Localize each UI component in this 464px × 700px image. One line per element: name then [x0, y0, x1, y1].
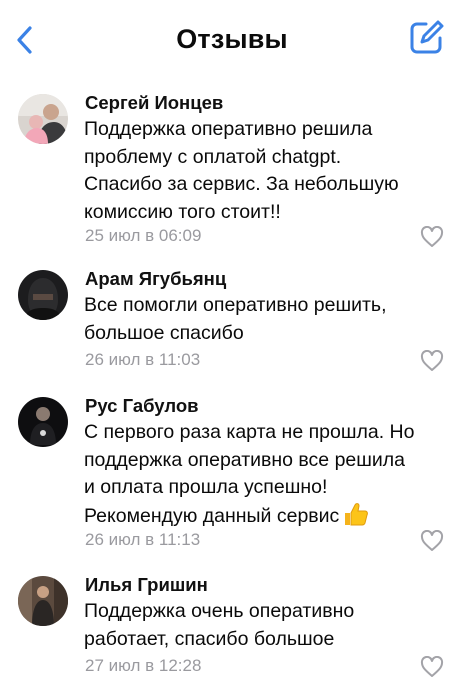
review-author[interactable]: Арам Ягубьянц: [85, 268, 226, 290]
review-text-line: Поддержка оперативно решила: [84, 118, 373, 140]
heart-icon[interactable]: [420, 350, 444, 372]
review-text-line: и оплата прошла успешно!: [84, 476, 328, 498]
review-item: Арам Ягубьянц Все помогли оперативно реш…: [0, 268, 464, 383]
review-author[interactable]: Илья Гришин: [85, 574, 208, 596]
compose-icon: [410, 20, 444, 54]
avatar[interactable]: [18, 576, 68, 626]
review-text: С первого раза карта не прошла. Но подде…: [84, 419, 456, 530]
heart-icon[interactable]: [420, 226, 444, 248]
review-text-line: Рекомендую данный сервис: [84, 504, 340, 527]
review-text-line: Спасибо за сервис. За небольшую: [84, 173, 399, 195]
review-date: 25 июл в 06:09: [85, 226, 202, 245]
avatar[interactable]: [18, 397, 68, 447]
review-text: Все помогли оперативно решить, большое с…: [84, 292, 456, 347]
review-text-line: поддержка оперативно все решила: [84, 448, 406, 471]
review-text-line-with-emoji: Рекомендую данный сервис: [84, 502, 456, 531]
review-text-line: Поддержка очень оперативно: [84, 600, 355, 622]
write-review-button[interactable]: [406, 18, 446, 58]
review-item: Сергей Ионцев Поддержка оперативно решил…: [0, 92, 464, 262]
review-date: 26 июл в 11:03: [85, 350, 201, 369]
review-date: 26 июл в 11:13: [85, 530, 201, 549]
thumbs-up-icon: [345, 502, 369, 525]
review-author[interactable]: Сергей Ионцев: [85, 92, 223, 114]
review-date: 27 июл в 12:28: [85, 656, 202, 675]
review-text-line: Все помогли оперативно решить,: [84, 294, 387, 316]
heart-icon[interactable]: [420, 656, 444, 678]
page-title: Отзывы: [176, 24, 288, 54]
avatar[interactable]: [18, 270, 68, 320]
review-text-line: С первого раза карта не прошла. Но: [84, 421, 415, 443]
review-text-line: проблему с оплатой chatgpt.: [84, 145, 342, 168]
review-text: Поддержка очень оперативно работает, спа…: [84, 598, 456, 653]
review-item: Рус Габулов С первого раза карта не прош…: [0, 395, 464, 555]
heart-icon[interactable]: [420, 530, 444, 552]
review-item: Илья Гришин Поддержка очень оперативно р…: [0, 574, 464, 684]
review-text-line: большое спасибо: [84, 321, 244, 344]
header-bar: Отзывы: [0, 0, 464, 80]
review-author[interactable]: Рус Габулов: [85, 395, 199, 417]
avatar[interactable]: [18, 94, 68, 144]
review-text: Поддержка оперативно решила проблему с о…: [84, 116, 456, 226]
review-text-line: комиссию того стоит!!: [84, 200, 281, 223]
review-text-line: работает, спасибо большое: [84, 627, 335, 650]
